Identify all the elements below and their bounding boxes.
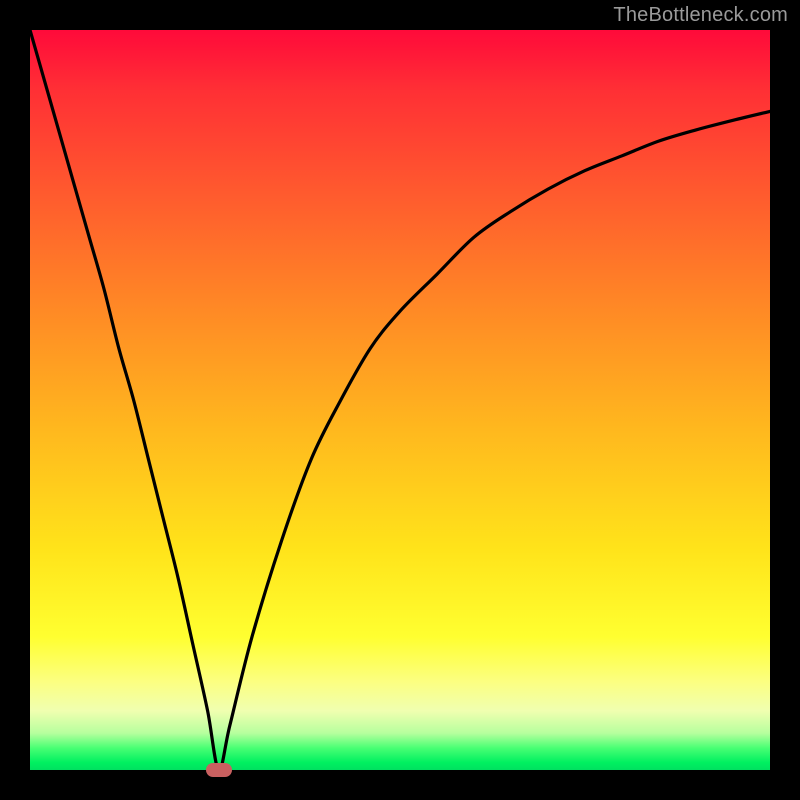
chart-plot-area	[30, 30, 770, 770]
watermark-text: TheBottleneck.com	[613, 4, 788, 27]
bottleneck-curve	[30, 30, 770, 770]
chart-frame: TheBottleneck.com	[0, 0, 800, 800]
optimal-point-marker	[206, 763, 232, 777]
